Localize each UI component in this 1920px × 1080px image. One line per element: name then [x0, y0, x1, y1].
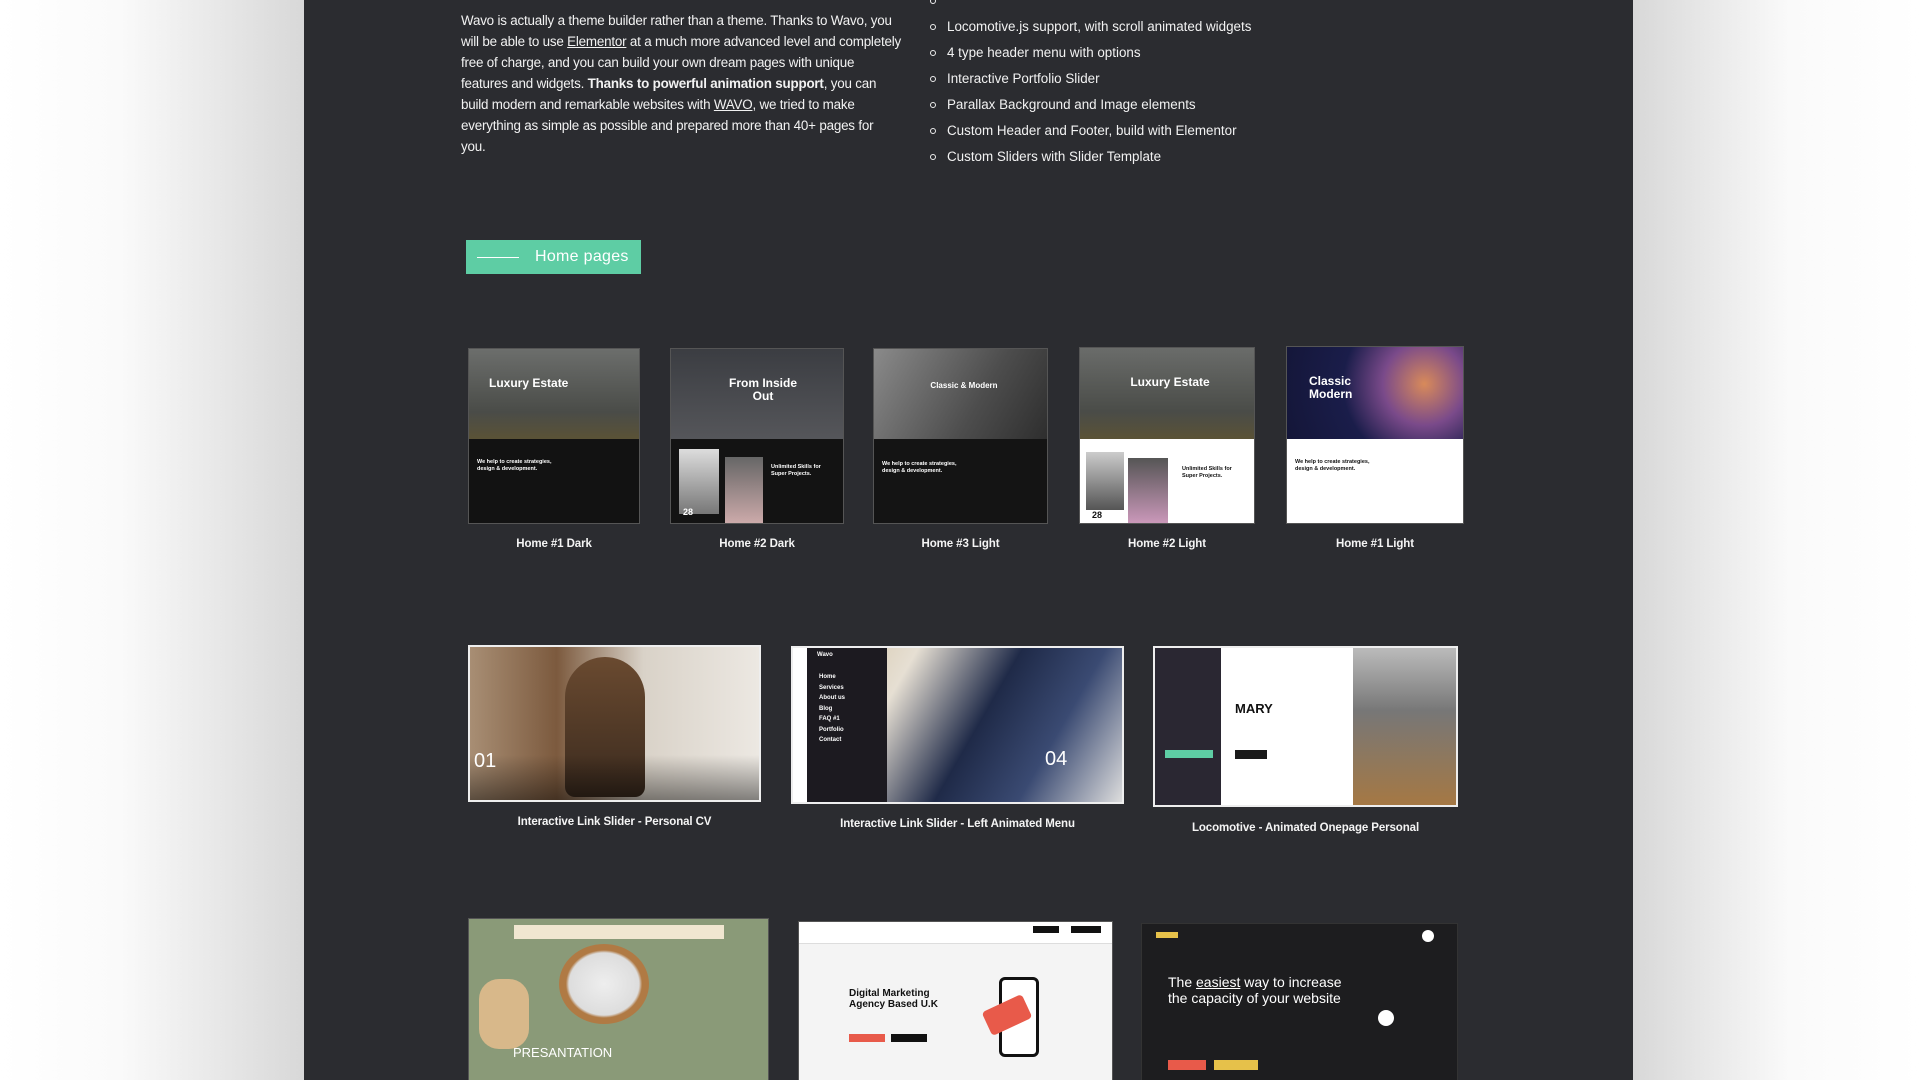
play-icon[interactable]	[1378, 1010, 1394, 1026]
demo-left-animated-menu[interactable]: Wavo Home Services About us Blog FAQ #1 Portf…	[791, 646, 1124, 804]
demo-label: Home #2 Light	[1128, 538, 1206, 550]
feature-item: Parallax Background and Image elements	[928, 92, 1251, 118]
feature-item-cut	[928, 0, 1251, 14]
bullet-icon	[930, 128, 936, 134]
demo-label: Home #1 Light	[1336, 538, 1414, 550]
feature-list: Locomotive.js support, with scroll anima…	[928, 0, 1251, 170]
intro-paragraph: Wavo is actually a theme builder rather …	[461, 13, 901, 154]
feature-item: Custom Sliders with Slider Template	[928, 144, 1251, 170]
demo-home-2-dark[interactable]: From Inside Out Unlimited Skills for Sup…	[670, 348, 844, 524]
bullet-icon	[930, 154, 936, 160]
demo-digital-marketing[interactable]: Digital Marketing Agency Based U.K	[798, 921, 1113, 1080]
demo-home-2-light[interactable]: Luxury Estate Unlimited Skills for Super…	[1079, 347, 1255, 524]
demo-home-1-dark[interactable]: Luxury Estate We help to create strategi…	[468, 348, 640, 524]
bullet-icon	[930, 76, 936, 82]
demo-onepage-personal[interactable]: MARY	[1153, 646, 1458, 807]
demo-label: Home #2 Dark	[719, 538, 795, 550]
feature-item: Locomotive.js support, with scroll anima…	[928, 14, 1251, 40]
demo-presentation[interactable]: PRESANTATION	[468, 918, 769, 1080]
home-pages-badge: Home pages	[466, 240, 641, 274]
menu-list: Home Services About us Blog FAQ #1 Portfolio C…	[819, 674, 845, 743]
demo-home-3-light[interactable]: Classic & Modern We help to create strat…	[873, 348, 1048, 524]
demo-home-1-light[interactable]: Classic Modern We help to create strateg…	[1286, 346, 1464, 524]
feature-item: 4 type header menu with options	[928, 40, 1251, 66]
bullet-icon	[930, 102, 936, 108]
wavo-link[interactable]: WAVO	[714, 97, 753, 112]
bullet-icon	[930, 24, 936, 30]
feature-item: Interactive Portfolio Slider	[928, 66, 1251, 92]
demo-label: Home #3 Light	[921, 538, 1000, 550]
demo-easiest-way[interactable]: The easiest way to increase the capacity…	[1141, 923, 1458, 1080]
bullet-icon	[930, 50, 936, 56]
elementor-link[interactable]: Elementor	[567, 34, 626, 49]
demo-personal-cv[interactable]: 01	[468, 645, 761, 802]
demo-label: Interactive Link Slider - Personal CV	[517, 816, 712, 828]
feature-item: Custom Header and Footer, build with Ele…	[928, 118, 1251, 144]
demo-label: Locomotive - Animated Onepage Personal	[1191, 822, 1420, 834]
demo-label: Home #1 Dark	[516, 538, 592, 550]
demo-label: Interactive Link Slider - Left Animated …	[840, 818, 1075, 830]
